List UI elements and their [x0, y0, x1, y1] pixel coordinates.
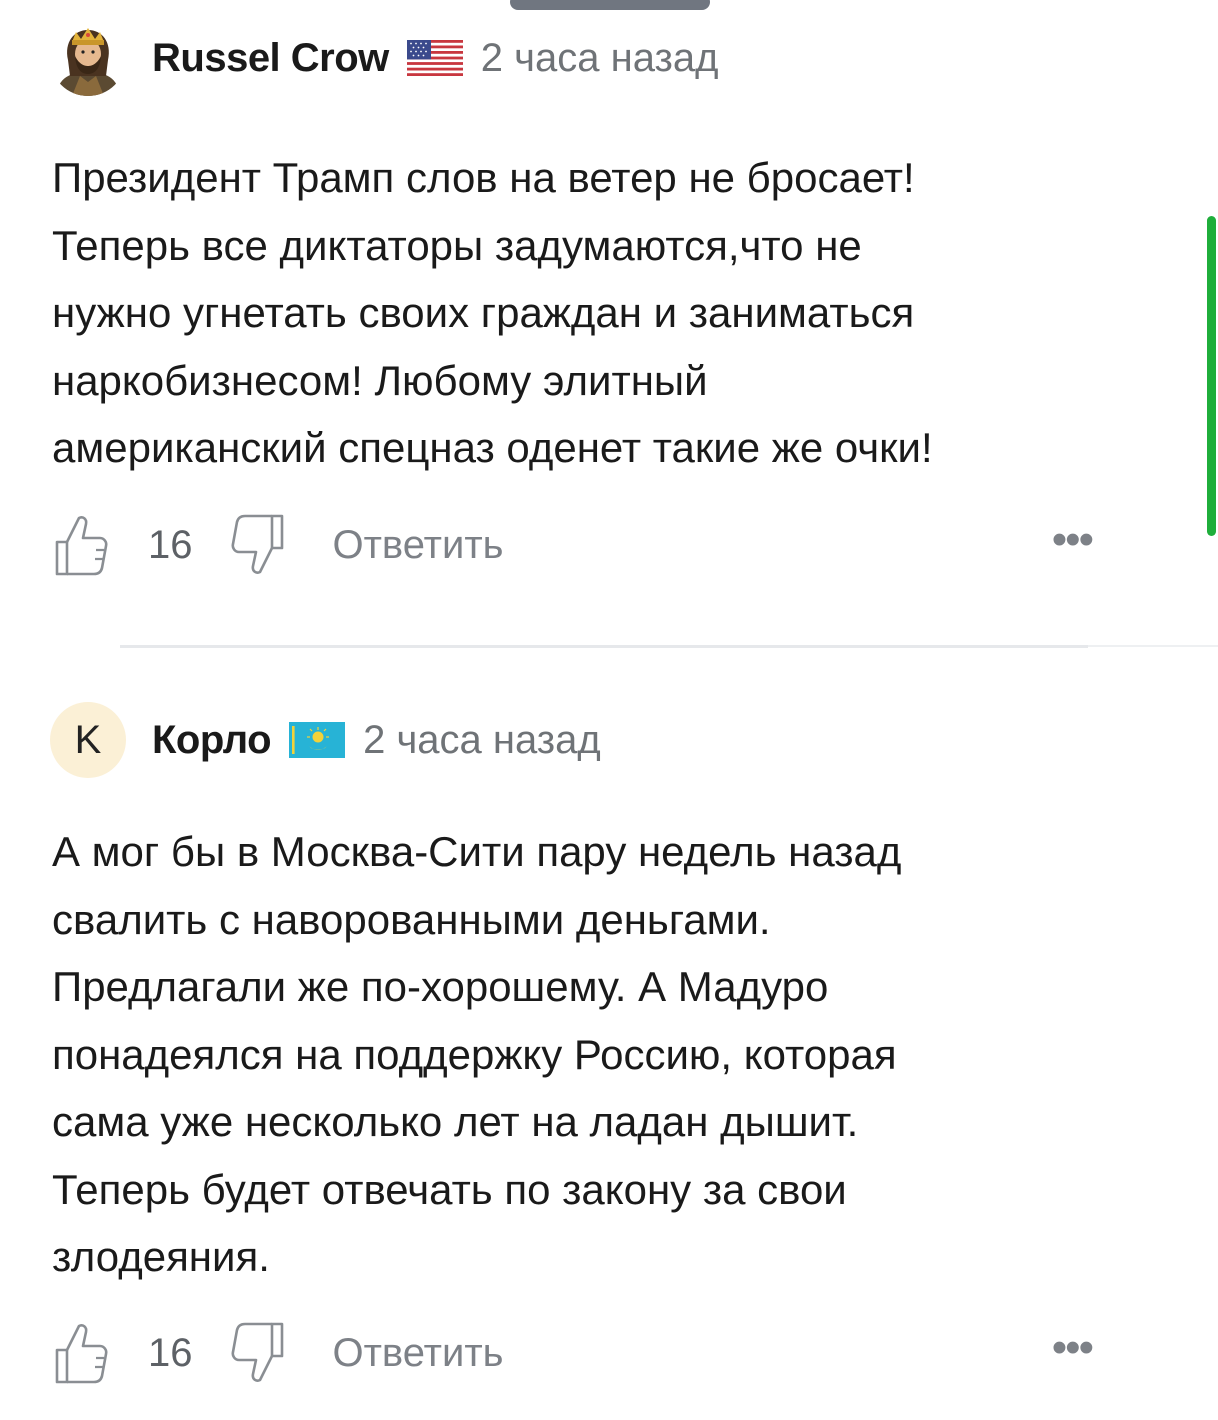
thumbs-down-icon [231, 1322, 283, 1382]
comment-header: K Корло 2 часа назад [50, 700, 601, 780]
reply-button[interactable]: Ответить [333, 523, 504, 568]
thumbs-down-icon [231, 514, 283, 574]
avatar[interactable]: K [50, 702, 126, 778]
comment-divider-edge [1088, 645, 1218, 647]
kz-flag-icon [289, 722, 346, 758]
avatar-letter: K [74, 717, 102, 762]
thumbs-up-icon [55, 1324, 108, 1384]
comment-timestamp: 2 часа назад [363, 717, 601, 762]
comment-actions: 16 Ответить ••• [52, 1313, 1094, 1393]
comment-text: Президент Трамп слов на ветер не бросает… [52, 154, 933, 471]
author-name[interactable]: Корло [152, 718, 272, 763]
more-options-button[interactable]: ••• [1052, 1323, 1094, 1373]
thumbs-up-icon [55, 516, 108, 576]
like-button[interactable]: 16 [52, 512, 193, 578]
comment-header: Russel Crow 2 часа назад [50, 18, 718, 98]
more-options-button[interactable]: ••• [1052, 515, 1094, 565]
author-name[interactable]: Russel Crow [152, 36, 389, 81]
like-button[interactable]: 16 [52, 1320, 193, 1386]
knight-avatar[interactable] [50, 20, 126, 96]
reply-button[interactable]: Ответить [333, 1331, 504, 1376]
comment-timestamp: 2 часа назад [480, 35, 719, 80]
comment-text: А мог бы в Москва-Сити пару недель назад… [52, 828, 902, 1280]
comment-card: Russel Crow 2 часа назад Президент Трамп… [0, 0, 1218, 646]
like-count: 16 [148, 522, 193, 567]
dislike-button[interactable] [229, 1320, 287, 1386]
comment-card: K Корло 2 часа назад А мог бы в Москва-С… [0, 648, 1218, 1420]
like-count: 16 [148, 1330, 193, 1375]
us-flag-icon [406, 40, 463, 76]
dislike-button[interactable] [229, 512, 287, 578]
comment-actions: 16 Ответить ••• [52, 505, 1094, 585]
knight-avatar-icon [56, 28, 120, 96]
